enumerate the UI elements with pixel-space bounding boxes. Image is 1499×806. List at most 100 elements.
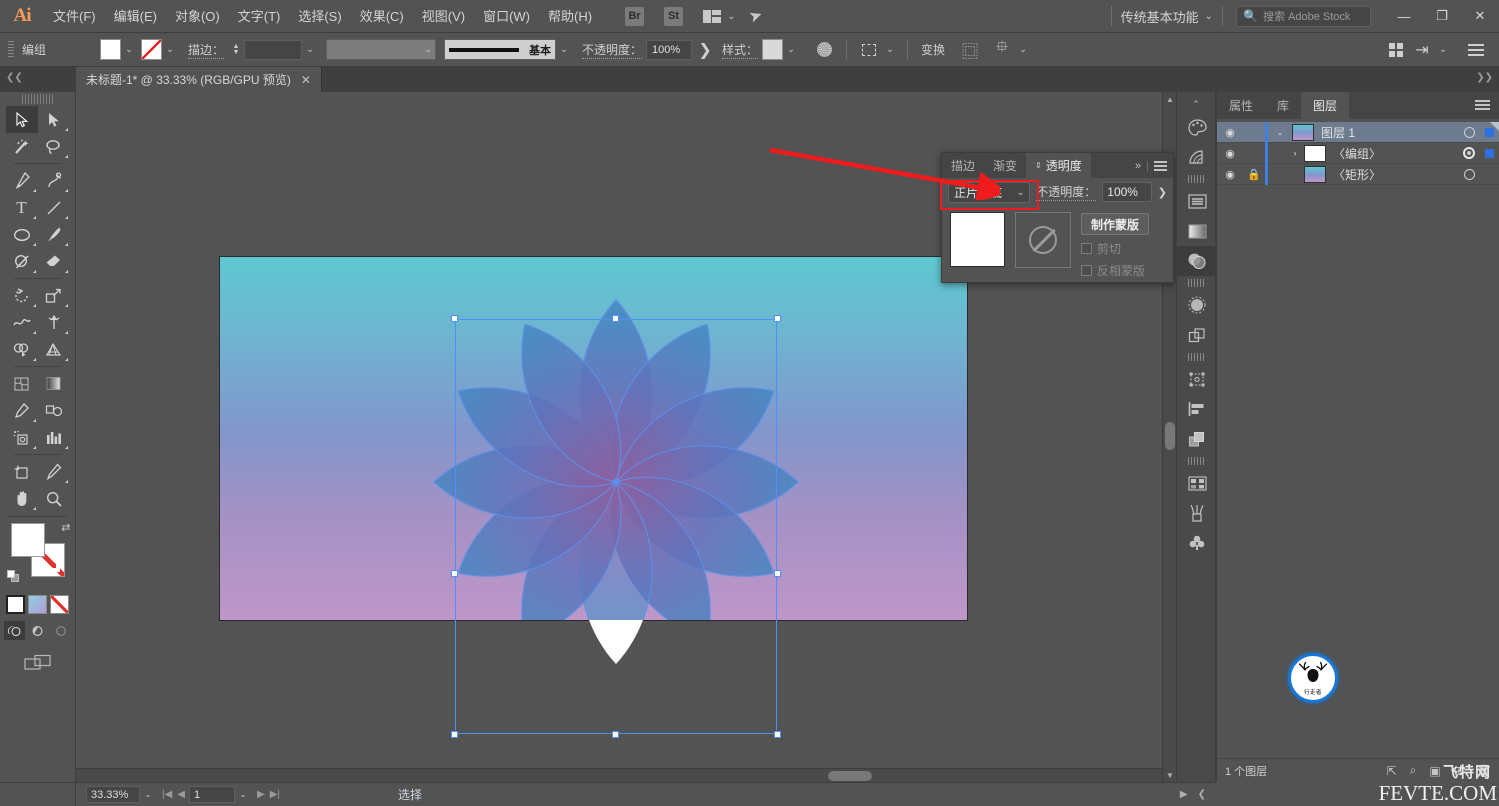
tab-transparency[interactable]: ⇕ 透明度 <box>1026 153 1091 178</box>
width-tool[interactable] <box>6 309 38 336</box>
layers-panel-menu-button[interactable] <box>1475 92 1499 119</box>
layer-target-icon[interactable] <box>1459 147 1479 159</box>
change-screen-mode-button[interactable] <box>0 654 75 671</box>
stroke-swatch-none[interactable] <box>141 39 162 60</box>
tab-libraries[interactable]: 库 <box>1265 92 1301 119</box>
search-input[interactable]: 🔍 搜索 Adobe Stock <box>1236 5 1371 27</box>
layer-name[interactable]: 图层 1 <box>1321 124 1459 141</box>
transform-button[interactable]: 变换 <box>921 41 945 58</box>
stroke-chevron-down-icon[interactable]: ⌄ <box>162 39 178 60</box>
last-artboard-icon[interactable]: ▶| <box>270 789 280 800</box>
opacity-label[interactable]: 不透明度： <box>582 41 643 59</box>
object-thumbnail[interactable] <box>950 212 1005 267</box>
selection-handle-br[interactable] <box>774 731 781 738</box>
none-fill-button[interactable] <box>50 595 69 614</box>
blend-tool[interactable] <box>38 397 70 424</box>
fill-chevron-down-icon[interactable]: ⌄ <box>121 39 137 60</box>
transparency-opacity-expand-icon[interactable]: ❯ <box>1158 186 1167 199</box>
menu-select[interactable]: 选择(S) <box>289 0 350 33</box>
panel-expand-icon[interactable]: » <box>1135 160 1141 172</box>
zoom-tool[interactable] <box>38 485 70 512</box>
expand-panel-icon[interactable]: ❯❯ <box>1476 72 1493 83</box>
properties-panel-icon[interactable] <box>1177 186 1217 216</box>
perspective-grid-tool[interactable] <box>38 336 70 363</box>
selection-handle-bc[interactable] <box>612 731 619 738</box>
table-row[interactable]: ◉ 🔒 〈矩形〉 <box>1217 163 1499 185</box>
selection-handle-tc[interactable] <box>612 315 619 322</box>
zoom-level-field[interactable]: 33.33% <box>86 786 140 803</box>
selection-handle-ml[interactable] <box>451 570 458 577</box>
selection-handle-tr[interactable] <box>774 315 781 322</box>
isolate-chevron-down-icon[interactable]: ⌄ <box>1015 39 1031 60</box>
layer-name[interactable]: 〈编组〉 <box>1333 145 1459 162</box>
close-button[interactable]: ✕ <box>1461 0 1499 33</box>
transparency-panel-menu-icon[interactable] <box>1154 160 1167 171</box>
collapse-panel-icon[interactable]: ❮❮ <box>6 72 23 83</box>
shaper-tool[interactable] <box>6 248 38 275</box>
selection-tool[interactable] <box>5 106 38 133</box>
color-guide-panel-icon[interactable] <box>1177 142 1217 172</box>
panel-menu-icon[interactable] <box>1463 38 1489 62</box>
workspace-chevron-down-icon[interactable]: ⌄ <box>1205 11 1213 22</box>
layer-target-icon[interactable] <box>1459 126 1479 138</box>
workspace-switcher[interactable]: 传统基本功能 <box>1121 7 1199 26</box>
menu-edit[interactable]: 编辑(E) <box>105 0 166 33</box>
arrange-grid-icon[interactable] <box>1383 38 1409 62</box>
gradient-panel-icon[interactable] <box>1177 216 1217 246</box>
scroll-down-icon[interactable]: ▼ <box>1163 768 1176 782</box>
stroke-weight-field[interactable] <box>244 39 303 60</box>
menu-object[interactable]: 对象(O) <box>166 0 229 33</box>
gradient-fill-button[interactable] <box>28 595 47 614</box>
stroke-color-control[interactable]: ⌄ <box>141 39 178 60</box>
swatches-panel-icon[interactable] <box>1177 468 1217 498</box>
recolor-artwork-icon[interactable] <box>811 38 837 62</box>
fill-color-box[interactable] <box>10 523 45 557</box>
full-screen-button[interactable] <box>50 621 71 640</box>
arrange-chevron-down-icon[interactable]: ⌄ <box>727 11 735 22</box>
mask-thumbnail[interactable] <box>1015 212 1071 268</box>
brush-chevron-down-icon[interactable]: ⌄ <box>556 39 572 60</box>
layer-selection-indicator[interactable] <box>1479 148 1499 158</box>
layer-expander-icon[interactable]: ⌄ <box>1268 127 1292 138</box>
layers-dock-icon[interactable] <box>1177 424 1217 454</box>
status-expand-icon[interactable]: ▶ <box>1180 789 1188 800</box>
style-swatch[interactable] <box>762 39 784 60</box>
appearance-panel-icon[interactable] <box>1177 290 1217 320</box>
column-graph-tool[interactable] <box>38 424 70 451</box>
graphic-style-control[interactable]: ⌄ <box>762 39 799 60</box>
prev-artboard-icon[interactable]: ◀ <box>177 789 185 800</box>
make-mask-button[interactable]: 制作蒙版 <box>1081 213 1150 235</box>
stroke-weight-stepper[interactable]: ▲ ▼ ⌄ <box>230 39 318 60</box>
brushes-panel-icon[interactable] <box>1177 498 1217 528</box>
arrange-documents-icon[interactable] <box>703 9 722 23</box>
free-transform-tool[interactable] <box>38 309 70 336</box>
transparency-panel-icon[interactable] <box>1177 246 1217 276</box>
menu-type[interactable]: 文字(T) <box>229 0 290 33</box>
rocket-icon[interactable]: ➤ <box>746 4 765 27</box>
tab-gradient[interactable]: 渐变 <box>984 153 1026 178</box>
align-panel-icon[interactable] <box>1177 394 1217 424</box>
eraser-tool[interactable] <box>38 248 70 275</box>
normal-screen-mode-button[interactable] <box>4 621 25 640</box>
symbol-sprayer-tool[interactable] <box>6 424 38 451</box>
variable-width-profile-dropdown[interactable]: ⌄ <box>326 39 437 60</box>
layer-visibility-icon[interactable]: ◉ <box>1217 126 1243 139</box>
artboard-number-field[interactable]: 1 <box>189 786 235 803</box>
dock-expand-icon[interactable]: ⌃ <box>1177 96 1215 112</box>
tab-layers[interactable]: 图层 <box>1301 92 1350 119</box>
selection-handle-tl[interactable] <box>451 315 458 322</box>
zoom-chevron-down-icon[interactable]: ⌄ <box>140 790 156 799</box>
select-similar-icon[interactable] <box>856 38 882 62</box>
style-chevron-down-icon[interactable]: ⌄ <box>783 39 799 60</box>
stroke-weight-label[interactable]: 描边： <box>188 41 225 59</box>
selection-bounding-box[interactable] <box>451 315 781 738</box>
color-panel-icon[interactable] <box>1177 112 1217 142</box>
status-collapse-icon[interactable]: ❮ <box>1198 789 1206 800</box>
pen-tool[interactable] <box>6 167 38 194</box>
opacity-expand-arrow-icon[interactable]: ❯ <box>692 38 718 62</box>
stroke-spinner-icon[interactable]: ▲ ▼ <box>230 43 242 56</box>
invert-mask-checkbox-row[interactable]: 反相蒙版 <box>1081 262 1149 279</box>
canvas-horizontal-scrollbar[interactable] <box>76 768 1162 782</box>
layer-name[interactable]: 〈矩形〉 <box>1333 166 1459 183</box>
fill-color-control[interactable]: ⌄ <box>100 39 137 60</box>
